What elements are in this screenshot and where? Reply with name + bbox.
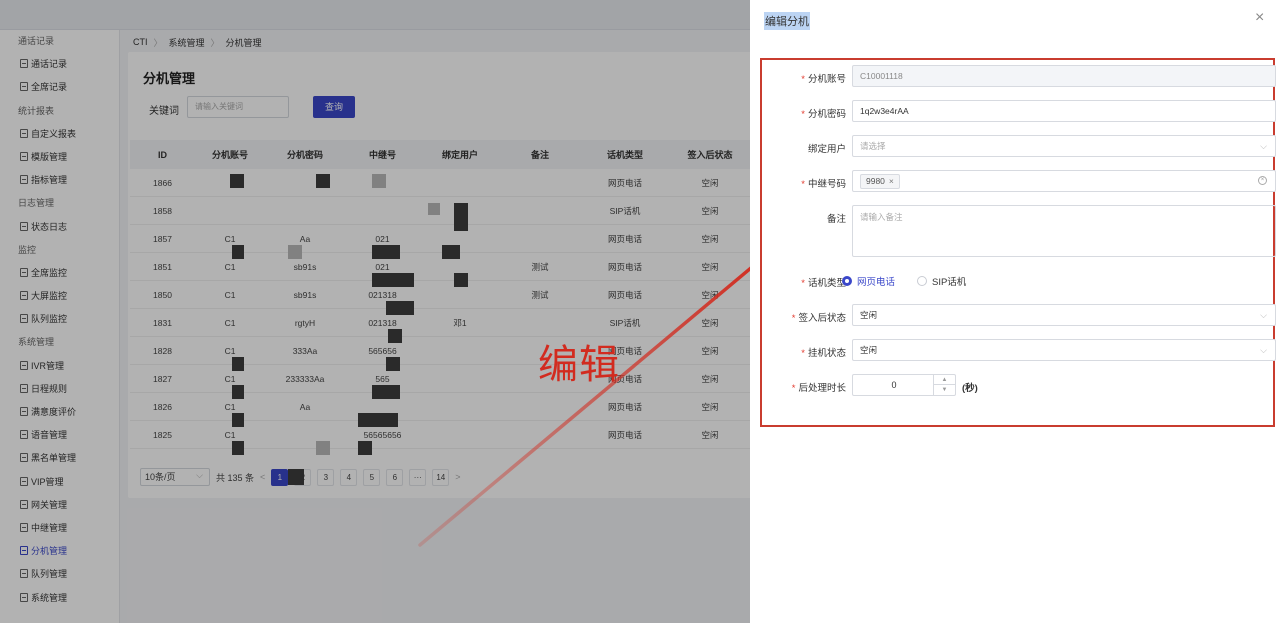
stepper-buttons: ▲ ▼ (933, 375, 955, 395)
step-down-icon[interactable]: ▼ (934, 385, 955, 395)
chevron-down-icon: ⌵ (1260, 141, 1267, 151)
chevron-down-icon: ⌵ (1260, 345, 1267, 355)
password-field[interactable]: 1q2w3e4rAA (852, 100, 1276, 122)
hangup-state-select[interactable]: 空闲 ⌵ (852, 339, 1276, 361)
trunk-select[interactable]: 9980 × × (852, 170, 1276, 192)
radio-unchecked-icon (917, 276, 927, 286)
signin-state-select[interactable]: 空闲 ⌵ (852, 304, 1276, 326)
radio-web-phone[interactable]: 网页电话 (842, 274, 895, 288)
bind-user-select[interactable]: 请选择 ⌵ (852, 135, 1276, 157)
close-icon[interactable]: × (1255, 10, 1264, 26)
bind-user-label: 绑定用户 (807, 144, 846, 155)
account-label: * 分机账号 (801, 74, 846, 85)
trunk-label: * 中继号码 (801, 179, 846, 190)
phone-type-label: * 话机类型 (801, 278, 846, 289)
after-time-stepper[interactable]: 0 ▲ ▼ (852, 374, 956, 396)
after-time-unit: (秒) (962, 383, 978, 394)
bind-user-placeholder: 请选择 (860, 141, 886, 151)
trunk-tag: 9980 × (860, 174, 900, 189)
chevron-down-icon: ⌵ (1260, 310, 1267, 320)
remark-textarea[interactable]: 请输入备注 (852, 205, 1276, 257)
signin-state-label: * 签入后状态 (791, 313, 846, 324)
radio-checked-icon (842, 276, 852, 286)
hangup-state-label: * 挂机状态 (801, 348, 846, 359)
account-field: C10001118 (852, 65, 1276, 87)
radio-sip-phone[interactable]: SIP话机 (917, 274, 966, 288)
drawer-title: 编辑分机 (764, 12, 810, 30)
highlight-frame: * 分机账号 C10001118 * 分机密码 1q2w3e4rAA 绑定用户 请选… (760, 58, 1276, 427)
after-time-value[interactable]: 0 (853, 375, 935, 395)
edit-extension-drawer: 编辑分机 × * 分机账号 C10001118 * 分机密码 1q2w3e4rAA … (750, 0, 1280, 623)
remark-label: 备注 (826, 214, 846, 225)
after-time-label: * 后处理时长 (791, 383, 846, 394)
modal-overlay[interactable] (0, 0, 750, 623)
tag-remove-icon[interactable]: × (889, 176, 894, 186)
step-up-icon[interactable]: ▲ (934, 375, 955, 385)
annotation-label: 编辑 (538, 342, 620, 388)
password-label: * 分机密码 (801, 109, 846, 120)
clear-icon[interactable]: × (1258, 176, 1267, 185)
